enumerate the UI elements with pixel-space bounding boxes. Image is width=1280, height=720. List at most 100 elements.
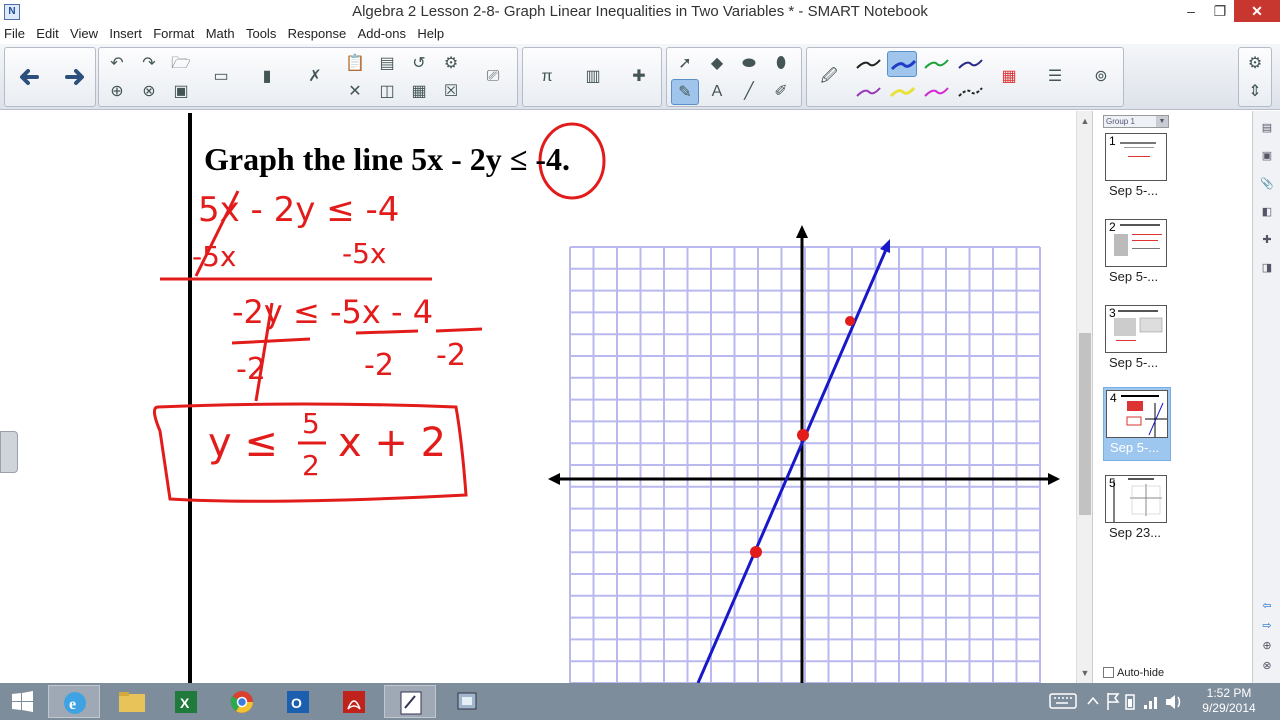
notebook-page-canvas[interactable]: 5x - 2y ≤ -4 -5x -5x -2y ≤ -5x - 4 -2 -2… [0, 111, 1076, 683]
undo-button[interactable]: ↶ [103, 51, 131, 77]
reset-page-button[interactable]: ↺ [405, 51, 433, 77]
eraser-tool[interactable]: ⬬ [735, 51, 763, 77]
window-title: Algebra 2 Lesson 2-8- Graph Linear Inequ… [352, 3, 928, 20]
taskbar-acrobat[interactable] [328, 685, 380, 718]
scroll-up-icon[interactable]: ▲ [1077, 113, 1093, 129]
maximize-button[interactable]: ❐ [1206, 0, 1234, 22]
redo-button[interactable]: ↷ [135, 51, 163, 77]
shapes-tool[interactable]: ◆ [703, 51, 731, 77]
menu-view[interactable]: View [66, 24, 102, 41]
taskbar-smart-notebook[interactable] [384, 685, 436, 718]
page-thumbnail-4[interactable]: 4 Sep 5-... [1103, 387, 1171, 461]
screen-capture-button[interactable]: ▤ [373, 51, 401, 77]
taskbar-file-explorer[interactable] [106, 685, 158, 718]
fill-tool[interactable]: ⬮ [767, 51, 795, 77]
minimize-button[interactable]: – [1176, 0, 1206, 22]
gallery-button[interactable]: ▥ [579, 64, 607, 90]
next-page-button[interactable] [61, 64, 89, 90]
pen-navy[interactable] [955, 51, 985, 77]
delete-page-side-button[interactable]: ⊗ [1258, 657, 1276, 675]
page-thumbnail-5[interactable]: 5 Sep 23... [1103, 473, 1171, 547]
response-tab[interactable]: ◨ [1258, 259, 1276, 277]
page-thumbnail-label: Sep 5-... [1109, 355, 1159, 370]
clear-ink-button[interactable]: ✗ [301, 64, 329, 90]
full-screen-button[interactable]: ◫ [373, 79, 401, 105]
move-sidebar-right[interactable]: ⇨ [1258, 617, 1276, 635]
display-button[interactable]: ▭ [207, 64, 235, 90]
delete-button[interactable]: ✕ [341, 79, 369, 105]
pen-magenta[interactable] [921, 79, 951, 105]
page-thumbnail-1[interactable]: 1 Sep 5-... [1103, 131, 1171, 205]
color-palette-icon: ▦ [1001, 68, 1017, 85]
table-button[interactable]: ▦ [405, 79, 433, 105]
line-tool[interactable]: ╱ [735, 79, 763, 105]
document-camera-button[interactable]: ⚙ [437, 51, 465, 77]
auto-hide-checkbox[interactable] [1103, 667, 1114, 678]
taskbar-internet-explorer[interactable]: e [48, 685, 100, 718]
menu-math[interactable]: Math [202, 24, 239, 41]
properties-tab[interactable]: ◧ [1258, 203, 1276, 221]
page-thumbnail-2[interactable]: 2 Sep 5-... [1103, 217, 1171, 291]
taskbar-outlook[interactable]: O [272, 685, 324, 718]
windows-taskbar: e X O 1:52 PM 9/29/2014 [0, 683, 1280, 720]
scroll-thumb[interactable] [1079, 333, 1091, 515]
pen-black-thin[interactable] [853, 51, 883, 77]
magic-pen-tool[interactable]: ✐ [767, 79, 795, 105]
menu-insert[interactable]: Insert [105, 24, 146, 41]
menu-edit[interactable]: Edit [32, 24, 62, 41]
move-sidebar-left[interactable]: ⇦ [1258, 597, 1276, 615]
start-button[interactable] [0, 685, 44, 718]
transparency-button[interactable]: ⊚ [1087, 64, 1115, 90]
pens-tool[interactable]: ✎ [671, 79, 699, 105]
gallery-tab[interactable]: ▣ [1258, 147, 1276, 165]
pen-type-button[interactable]: 🖉 [815, 64, 843, 90]
text-tool[interactable]: A [703, 79, 731, 105]
group-selector[interactable]: Group 1 ▼ [1103, 115, 1169, 128]
page-thumbnail-3[interactable]: 3 Sep 5-... [1103, 303, 1171, 377]
attachments-tab[interactable]: 📎 [1258, 175, 1276, 193]
screen-shade-button[interactable]: ▮ [253, 64, 281, 90]
presentation-button[interactable]: ⎚ [479, 64, 507, 90]
taskbar-excel[interactable]: X [160, 685, 212, 718]
outlook-icon: O [287, 691, 309, 713]
menu-tools[interactable]: Tools [242, 24, 280, 41]
hw-line-4-a: -2 [236, 352, 266, 387]
color-palette-button[interactable]: ▦ [995, 64, 1023, 90]
menu-response[interactable]: Response [284, 24, 351, 41]
line-thickness-button[interactable]: ☰ [1041, 64, 1069, 90]
menu-file[interactable]: File [0, 24, 29, 41]
page-sorter-tab[interactable]: ▤ [1258, 119, 1276, 137]
delete-page-button[interactable]: ⊗ [135, 79, 163, 105]
open-button[interactable]: 🗁 [167, 51, 195, 77]
math-tools-button[interactable]: π [533, 64, 561, 90]
menu-add-ons[interactable]: Add-ons [354, 24, 410, 41]
addons-tab[interactable]: ✚ [1258, 231, 1276, 249]
pen-dashed-black[interactable] [955, 79, 985, 105]
pen-stroke-icon [890, 59, 917, 71]
save-button[interactable]: ▣ [167, 79, 195, 105]
pen-blue-selected[interactable] [887, 51, 917, 77]
canvas-vertical-scrollbar[interactable]: ▲ ▼ [1076, 111, 1092, 683]
menu-format[interactable]: Format [149, 24, 198, 41]
chevron-down-icon[interactable]: ▼ [1156, 116, 1168, 127]
menu-help[interactable]: Help [413, 24, 448, 41]
pen-green[interactable] [921, 51, 951, 77]
paste-button[interactable]: 📋 [341, 51, 369, 77]
addon-button[interactable]: ✚ [625, 64, 653, 90]
move-toolbar-button[interactable]: ⇕ [1241, 79, 1269, 105]
pen-purple[interactable] [853, 79, 883, 105]
close-button[interactable]: ✕ [1234, 0, 1280, 22]
taskbar-smart-tools[interactable] [440, 685, 492, 718]
taskbar-chrome[interactable] [216, 685, 268, 718]
page-thumbnail-image: 4 [1106, 390, 1168, 438]
add-page-button[interactable]: ⊕ [103, 79, 131, 105]
taskbar-clock[interactable]: 1:52 PM 9/29/2014 [1198, 686, 1260, 716]
customize-toolbar-button[interactable]: ⚙ [1241, 51, 1269, 77]
scroll-down-icon[interactable]: ▼ [1077, 665, 1093, 681]
add-page-side-button[interactable]: ⊕ [1258, 637, 1276, 655]
close-item-button[interactable]: ☒ [437, 79, 465, 105]
previous-page-button[interactable] [15, 64, 43, 90]
auto-hide-toggle[interactable]: Auto-hide [1103, 667, 1164, 679]
pen-yellow[interactable] [887, 79, 917, 105]
select-tool[interactable]: ➚ [671, 51, 699, 77]
